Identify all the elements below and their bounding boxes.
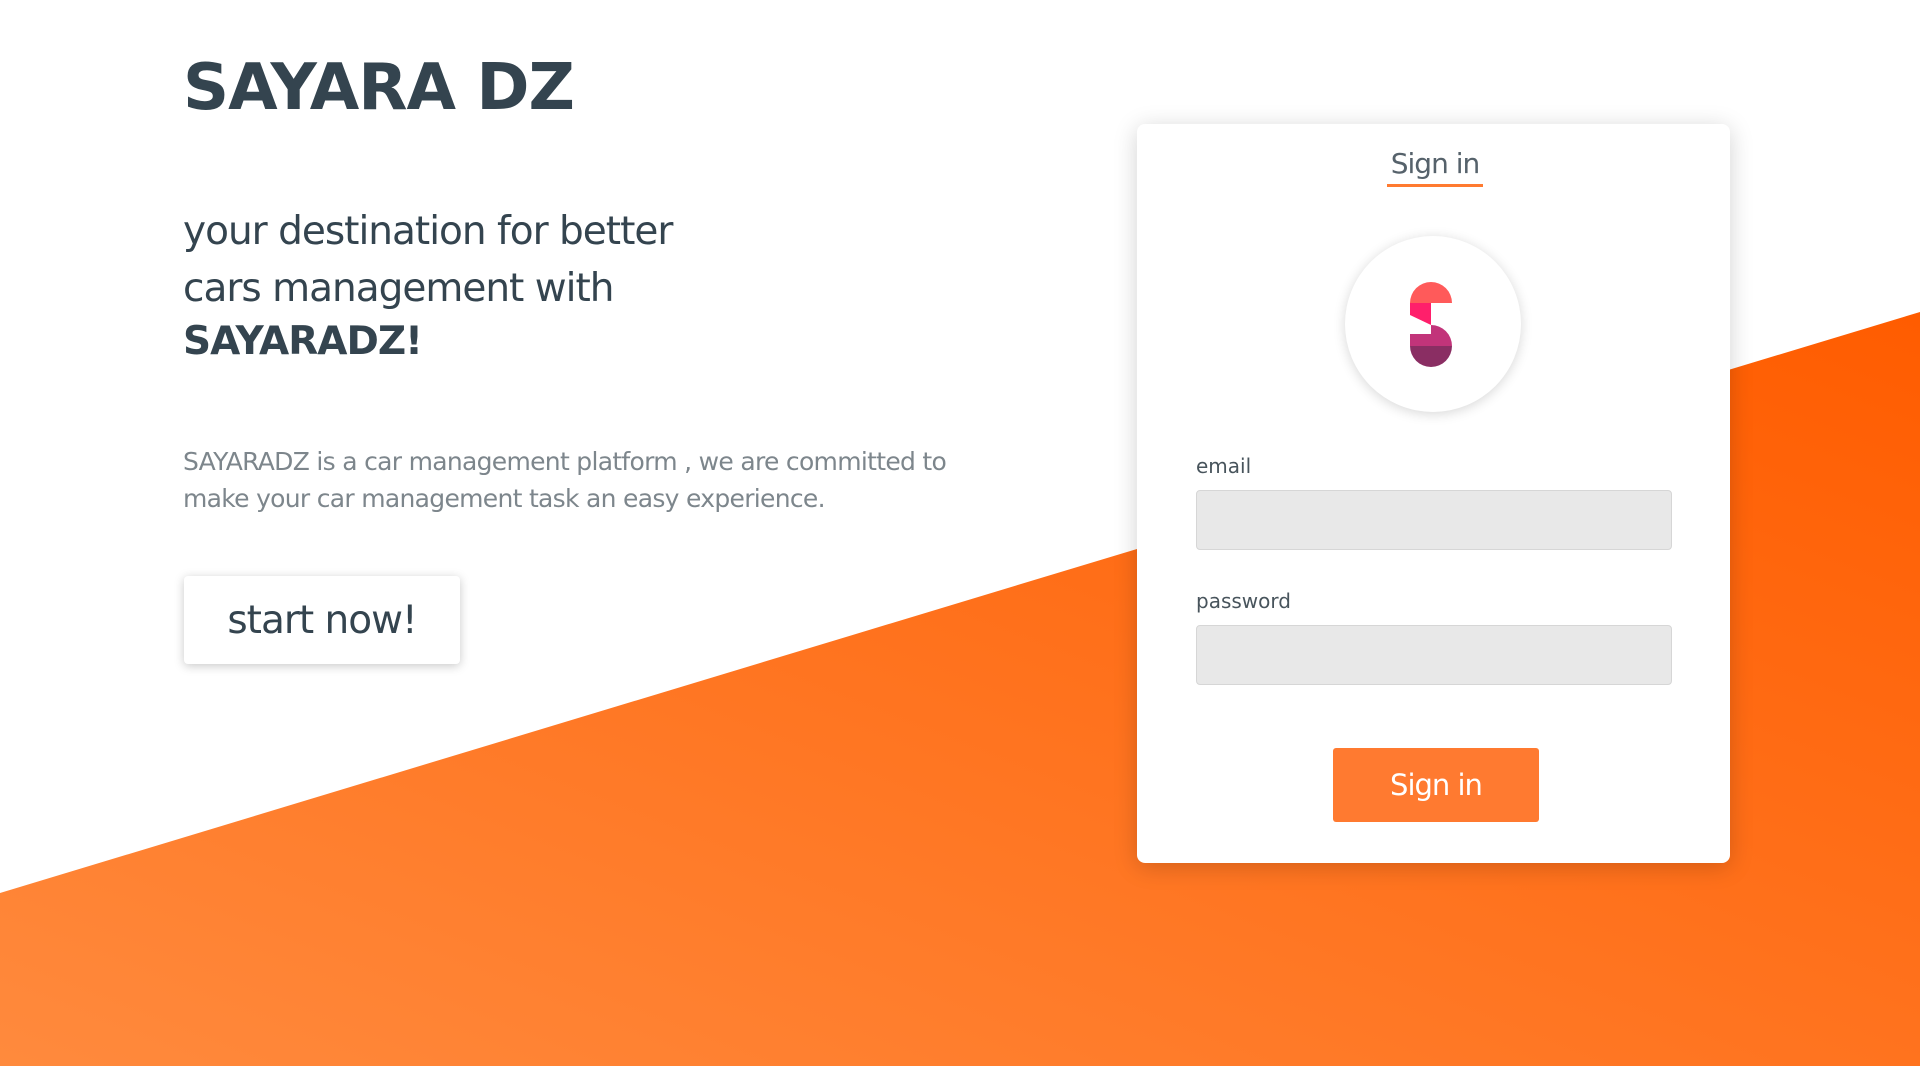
tagline-line-1: your destination for better — [183, 209, 673, 254]
tagline-brand: SAYARADZ! — [183, 319, 423, 364]
email-field[interactable] — [1196, 490, 1672, 550]
password-label: password — [1196, 589, 1291, 613]
signin-card: Sign in email password Sign in — [1137, 124, 1730, 863]
hero-tagline: your destination for better cars managem… — [183, 203, 883, 367]
brand-title: SAYARA DZ — [183, 51, 575, 125]
password-field[interactable] — [1196, 625, 1672, 685]
tagline-line-2: cars management with — [183, 266, 614, 311]
logo-badge — [1345, 236, 1521, 412]
email-label: email — [1196, 454, 1252, 478]
landing-page: SAYARA DZ your destination for better ca… — [0, 0, 1920, 1066]
start-now-button[interactable]: start now! — [184, 576, 460, 664]
hero-description: SAYARADZ is a car management platform , … — [183, 447, 947, 513]
tab-signin[interactable]: Sign in — [1387, 144, 1483, 187]
sayara-s-logo-icon — [1410, 282, 1452, 367]
signin-submit-button[interactable]: Sign in — [1333, 748, 1539, 822]
